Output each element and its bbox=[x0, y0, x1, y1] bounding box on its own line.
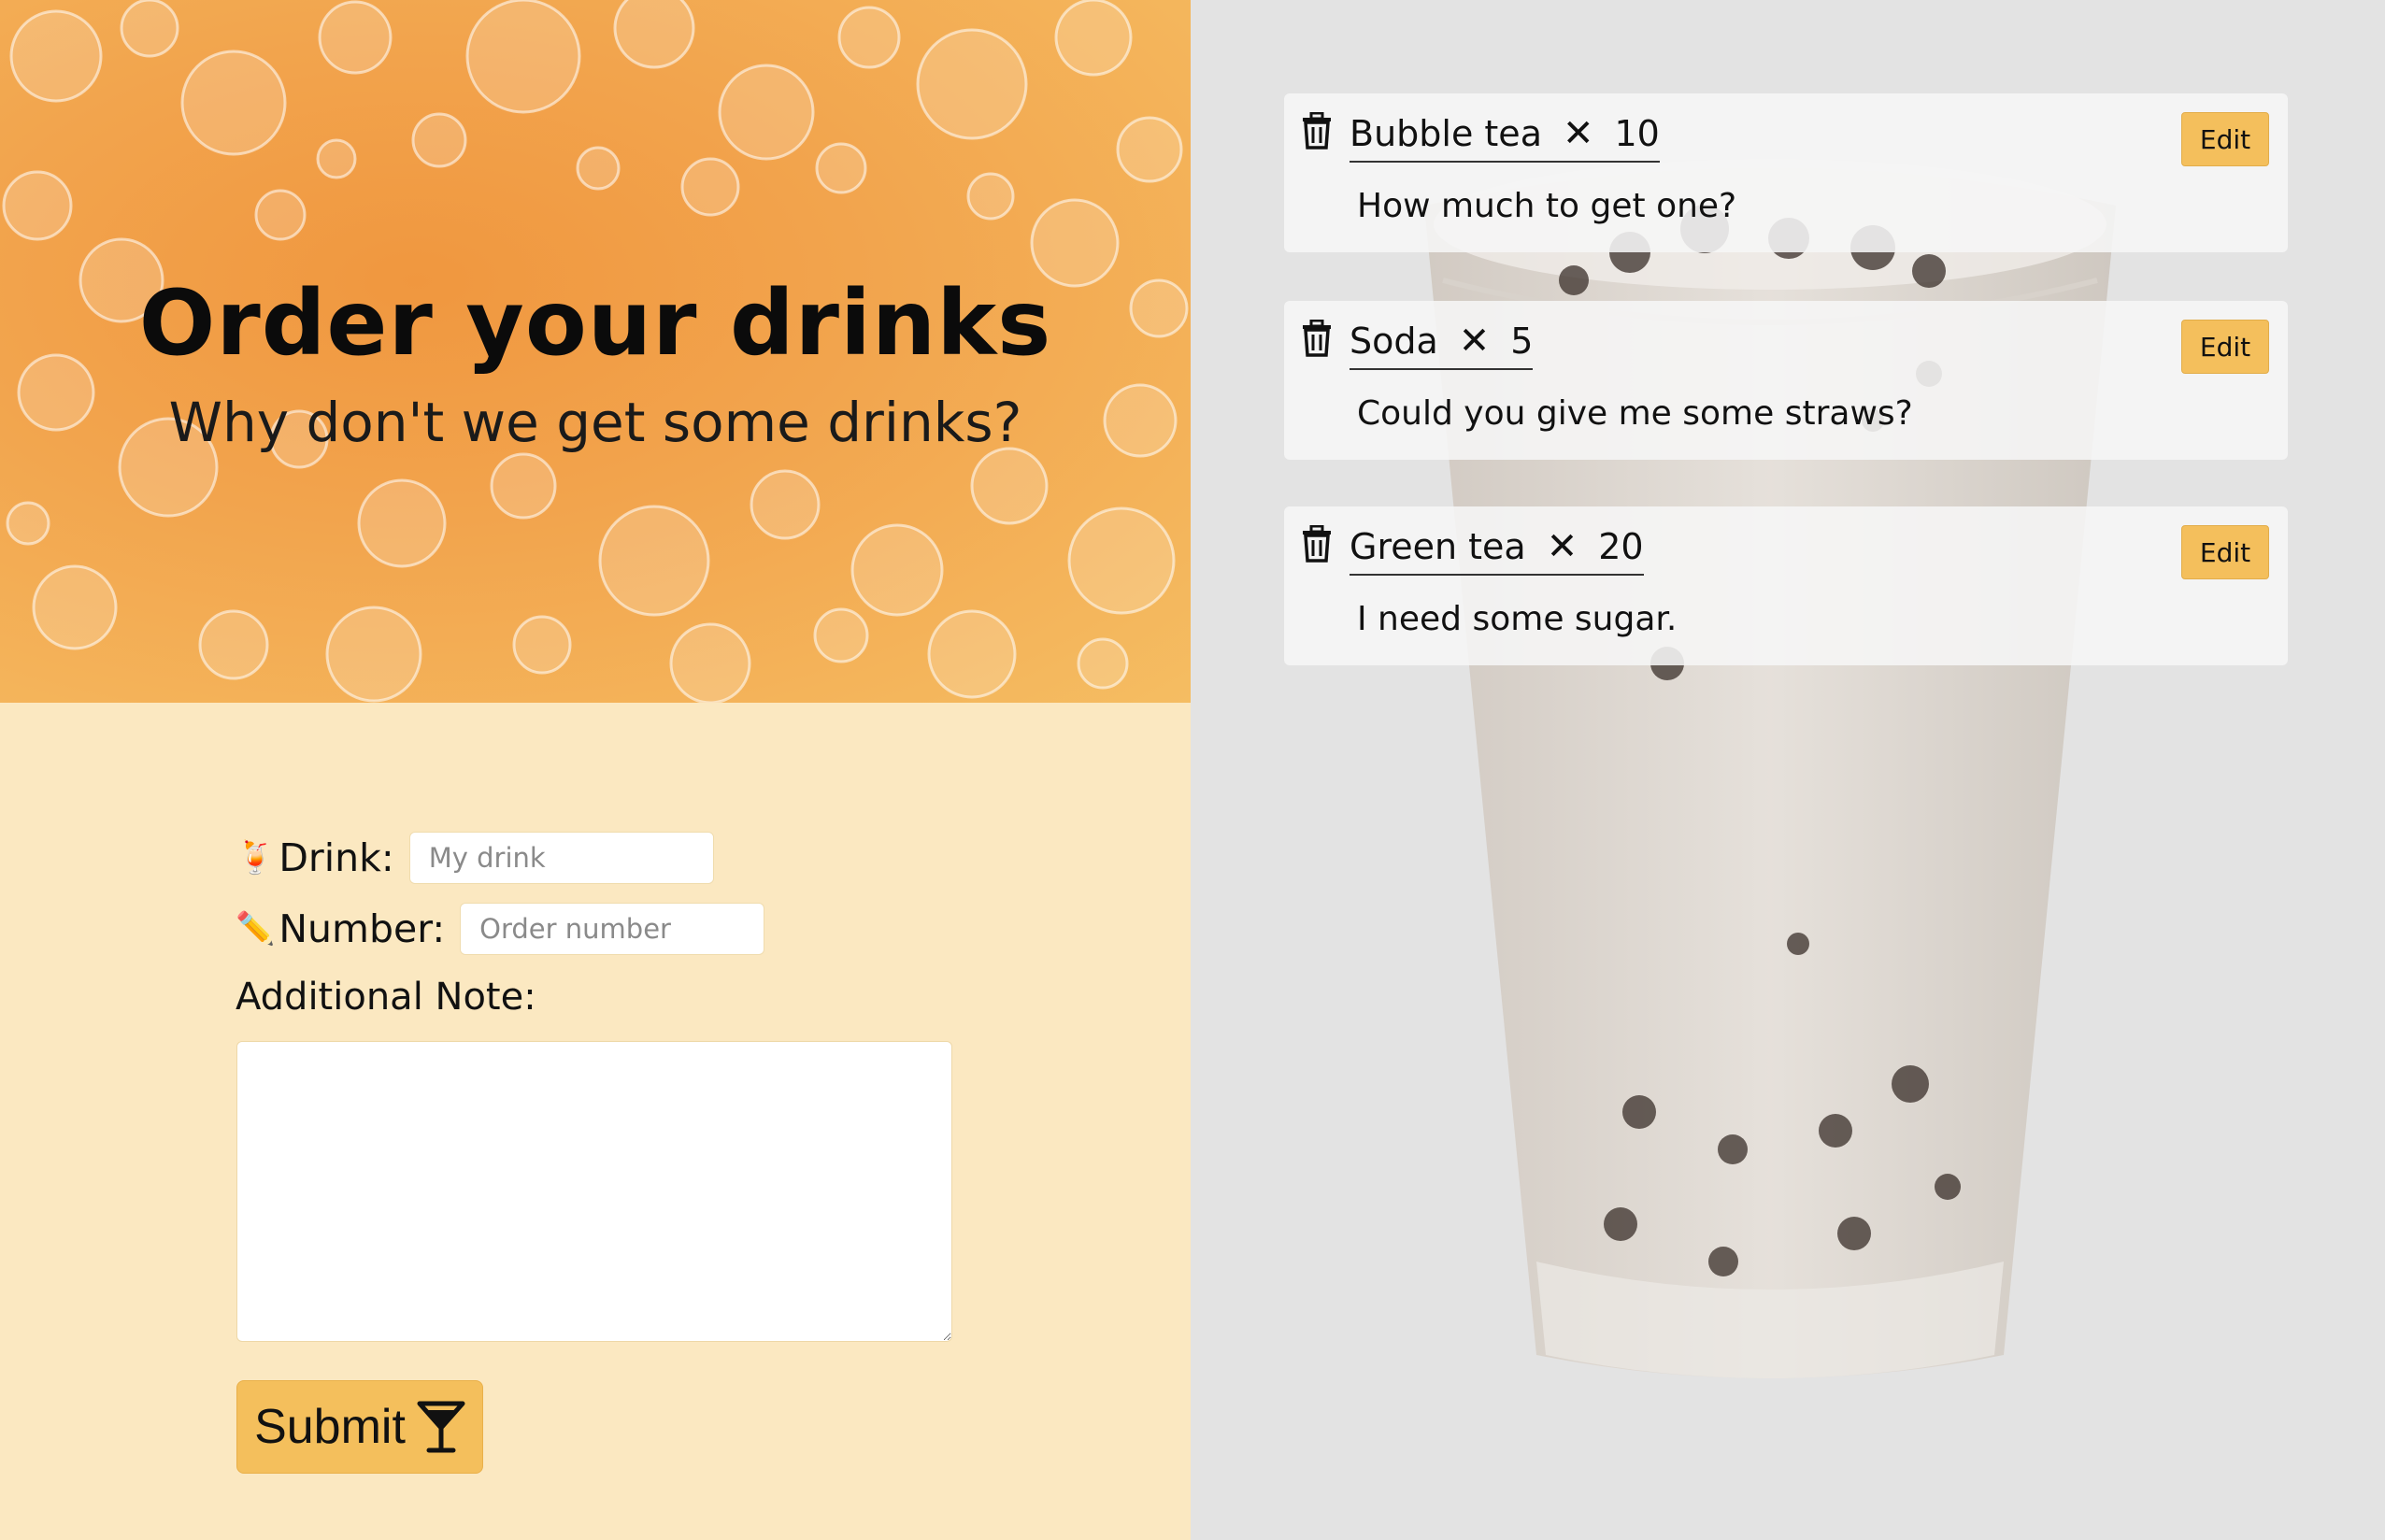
order-note: How much to get one? bbox=[1357, 187, 1737, 225]
order-count: 5 bbox=[1510, 321, 1534, 362]
order-drink: Bubble tea bbox=[1350, 113, 1542, 154]
edit-button[interactable]: Edit bbox=[2181, 112, 2269, 166]
trash-icon[interactable] bbox=[1301, 525, 1333, 563]
submit-button[interactable]: Submit bbox=[236, 1380, 483, 1474]
times-icon: ✕ bbox=[1562, 112, 1594, 155]
order-card: Soda ✕ 5 Could you give me some straws? … bbox=[1284, 301, 2288, 460]
tropical-drink-icon: 🍹 bbox=[236, 839, 276, 877]
order-form: 🍹 Drink: ✏️ Number: Additional Note: Sub… bbox=[0, 703, 1191, 1540]
times-icon: ✕ bbox=[1546, 525, 1578, 568]
trash-icon[interactable] bbox=[1301, 320, 1333, 357]
additional-note-textarea[interactable] bbox=[236, 1041, 952, 1342]
order-title: Soda ✕ 5 bbox=[1350, 320, 1534, 370]
hero-banner: Order your drinks Why don't we get some … bbox=[0, 0, 1191, 703]
number-label-text: Number: bbox=[278, 906, 446, 951]
drink-row: 🍹 Drink: bbox=[236, 832, 714, 884]
times-icon: ✕ bbox=[1458, 320, 1491, 363]
order-card: Green tea ✕ 20 I need some sugar. Edit bbox=[1284, 506, 2288, 665]
cocktail-glass-icon bbox=[417, 1401, 465, 1453]
orders-panel: Bubble tea ✕ 10 How much to get one? Edi… bbox=[1191, 0, 2385, 1540]
order-card: Bubble tea ✕ 10 How much to get one? Edi… bbox=[1284, 93, 2288, 252]
edit-button[interactable]: Edit bbox=[2181, 525, 2269, 579]
order-drink: Soda bbox=[1350, 321, 1438, 362]
number-label: ✏️ Number: bbox=[236, 906, 445, 951]
order-note: Could you give me some straws? bbox=[1357, 394, 1913, 433]
drink-input[interactable] bbox=[408, 832, 714, 884]
drink-label-text: Drink: bbox=[278, 835, 394, 880]
order-title: Green tea ✕ 20 bbox=[1350, 525, 1644, 576]
page-subtitle: Why don't we get some drinks? bbox=[168, 391, 1022, 454]
order-count: 10 bbox=[1614, 113, 1660, 154]
order-count: 20 bbox=[1598, 526, 1644, 567]
trash-icon[interactable] bbox=[1301, 112, 1333, 150]
order-number-input[interactable] bbox=[460, 903, 765, 955]
drink-label: 🍹 Drink: bbox=[236, 835, 394, 880]
order-drink: Green tea bbox=[1350, 526, 1526, 567]
order-title: Bubble tea ✕ 10 bbox=[1350, 112, 1660, 163]
page-title: Order your drinks bbox=[138, 271, 1052, 376]
pencil-icon: ✏️ bbox=[236, 910, 276, 948]
additional-note-label: Additional Note: bbox=[236, 976, 536, 1019]
edit-button[interactable]: Edit bbox=[2181, 320, 2269, 374]
order-note: I need some sugar. bbox=[1357, 600, 1678, 638]
number-row: ✏️ Number: bbox=[236, 903, 765, 955]
submit-label: Submit bbox=[254, 1400, 406, 1454]
